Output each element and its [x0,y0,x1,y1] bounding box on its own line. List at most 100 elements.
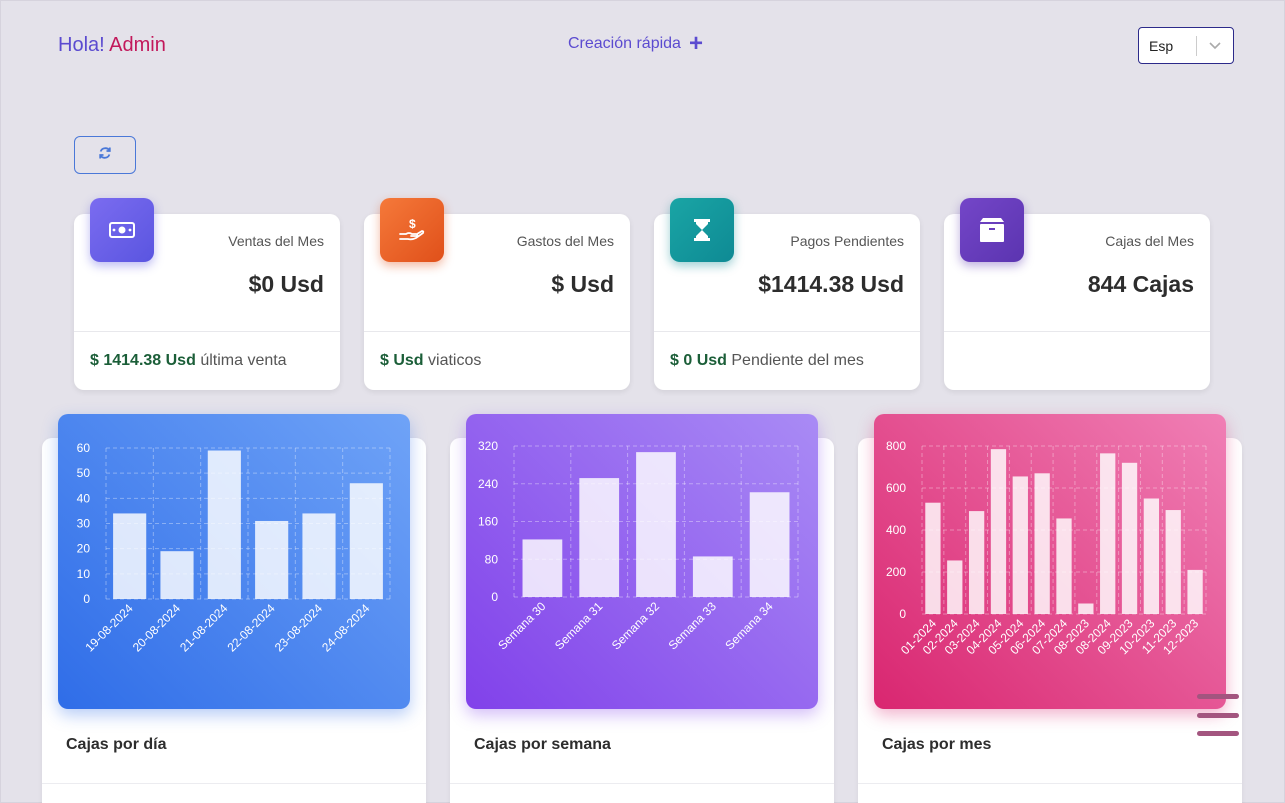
x-tick-label: 22-08-2024 [224,601,278,655]
y-tick-label: 60 [77,441,91,455]
bar [160,551,194,599]
language-select[interactable]: Esp [1138,27,1234,64]
stat-footer: $ 0 Usd Pendiente del mes [670,352,864,370]
y-tick-label: 600 [886,481,906,495]
stat-card-sales: Ventas del Mes $0 Usd $ 1414.38 Usd últi… [74,198,340,390]
stat-label: Ventas del Mes [228,233,324,249]
greeting: Hola! Admin [58,34,166,57]
stat-card-boxes: Cajas del Mes 844 Cajas [944,198,1210,390]
chart-weekly: 0 80 160 240 320 Semana 30 Semana 31 Semana 32 S… [466,414,818,709]
greeting-text: Hola! [58,34,105,56]
divider [654,331,920,332]
stat-footer-amount: $ 1414.38 Usd [90,352,196,369]
quick-create-button[interactable]: Creación rápida + [568,30,703,57]
x-tick-label: Semana 30 [495,599,549,653]
quick-create-label: Creación rápida [568,35,681,52]
bar [1165,510,1181,614]
box-icon [960,198,1024,262]
bar [1034,473,1050,614]
y-tick-label: 160 [478,515,498,529]
refresh-icon [98,146,112,164]
x-tick-label: Semana 31 [552,599,606,653]
bar [349,483,383,599]
x-tick-label: 19-08-2024 [82,601,136,655]
x-tick-label: 24-08-2024 [319,601,373,655]
refresh-button[interactable] [74,136,136,174]
stat-footer-amount: $ 0 Usd [670,352,727,369]
y-tick-label: 0 [83,592,90,606]
y-tick-label: 80 [485,552,499,566]
bar [1121,462,1138,614]
y-tick-label: 30 [77,517,91,531]
stat-value: $1414.38 Usd [758,271,904,297]
divider [42,783,426,784]
chart-card-monthly: 0 200 400 600 800 01-2024 02-2024 03-2024 04-202… [858,414,1242,803]
y-tick-label: 400 [886,523,906,537]
bar [990,449,1007,614]
chart-monthly-svg: 020040060080001-202402-202403-202404-202… [886,439,1207,657]
svg-text:$: $ [409,217,416,231]
y-tick-label: 200 [886,565,906,579]
bar [255,520,289,599]
x-tick-label: 21-08-2024 [177,601,231,655]
divider [364,331,630,332]
stat-label: Pagos Pendientes [790,233,904,249]
stat-card-pending: Pagos Pendientes $1414.38 Usd $ 0 Usd Pe… [654,198,920,390]
money-icon [90,198,154,262]
stat-value: 844 Cajas [1087,271,1194,297]
divider [944,331,1210,332]
bar [1143,498,1160,614]
x-tick-label: 20-08-2024 [130,601,184,655]
chart-weekly-svg: 080160240320Semana 30 Semana 31 Semana 32 S… [478,439,799,653]
stat-value: $ Usd [551,271,614,297]
menu-line [1197,694,1239,699]
stat-value: $0 Usd [248,271,324,297]
chart-daily: 0 10 20 30 40 50 60 19-08-2024 20-08-2024 21-08-2… [58,414,410,709]
bar [968,511,985,614]
divider [450,783,834,784]
chart-card-daily: 0 10 20 30 40 50 60 19-08-2024 20-08-2024 21-08-2… [42,414,426,803]
chart-title: Cajas por mes [882,736,992,753]
bar [1078,603,1094,614]
x-tick-label: 23-08-2024 [272,601,326,655]
divider [858,783,1242,784]
menu-line [1197,731,1239,736]
stat-card-expenses: $ Gastos del Mes $ Usd $ Usd viaticos [364,198,630,390]
menu-icon[interactable] [1197,694,1241,736]
bar [207,450,241,599]
bar [522,539,563,597]
bar [692,556,733,597]
bar [302,513,336,599]
hourglass-icon [670,198,734,262]
stat-footer-text: Pendiente del mes [731,352,864,369]
y-tick-label: 0 [899,607,906,621]
hand-dollar-icon: $ [380,198,444,262]
divider [74,331,340,332]
y-tick-label: 50 [77,466,91,480]
bar [1012,476,1028,614]
stat-footer: $ 1414.38 Usd última venta [90,352,287,370]
stat-footer-text: última venta [200,352,287,369]
menu-line [1197,712,1239,718]
y-tick-label: 10 [77,567,91,581]
bar [1100,453,1116,614]
bar [749,492,790,597]
bar [947,560,963,614]
y-tick-label: 40 [77,491,91,505]
x-tick-label: Semana 32 [609,599,663,653]
stat-footer-amount: $ Usd [380,352,424,369]
bar [1187,569,1203,614]
y-tick-label: 240 [478,477,498,491]
bar [1056,518,1072,614]
plus-icon: + [688,30,703,57]
chart-card-weekly: 0 80 160 240 320 Semana 30 Semana 31 Semana 32 S… [450,414,834,803]
chart-monthly: 0 200 400 600 800 01-2024 02-2024 03-2024 04-202… [874,414,1226,709]
language-value: Esp [1149,37,1174,54]
y-tick-label: 320 [478,439,498,453]
chart-title: Cajas por semana [474,736,611,753]
bar [113,513,147,599]
user-name: Admin [109,34,166,56]
chart-title: Cajas por día [66,736,167,753]
y-tick-label: 20 [77,542,91,556]
chart-daily-svg: 0 10 20 30 40 50 60 19-08-202420-08-202421-08-2… [77,441,391,655]
